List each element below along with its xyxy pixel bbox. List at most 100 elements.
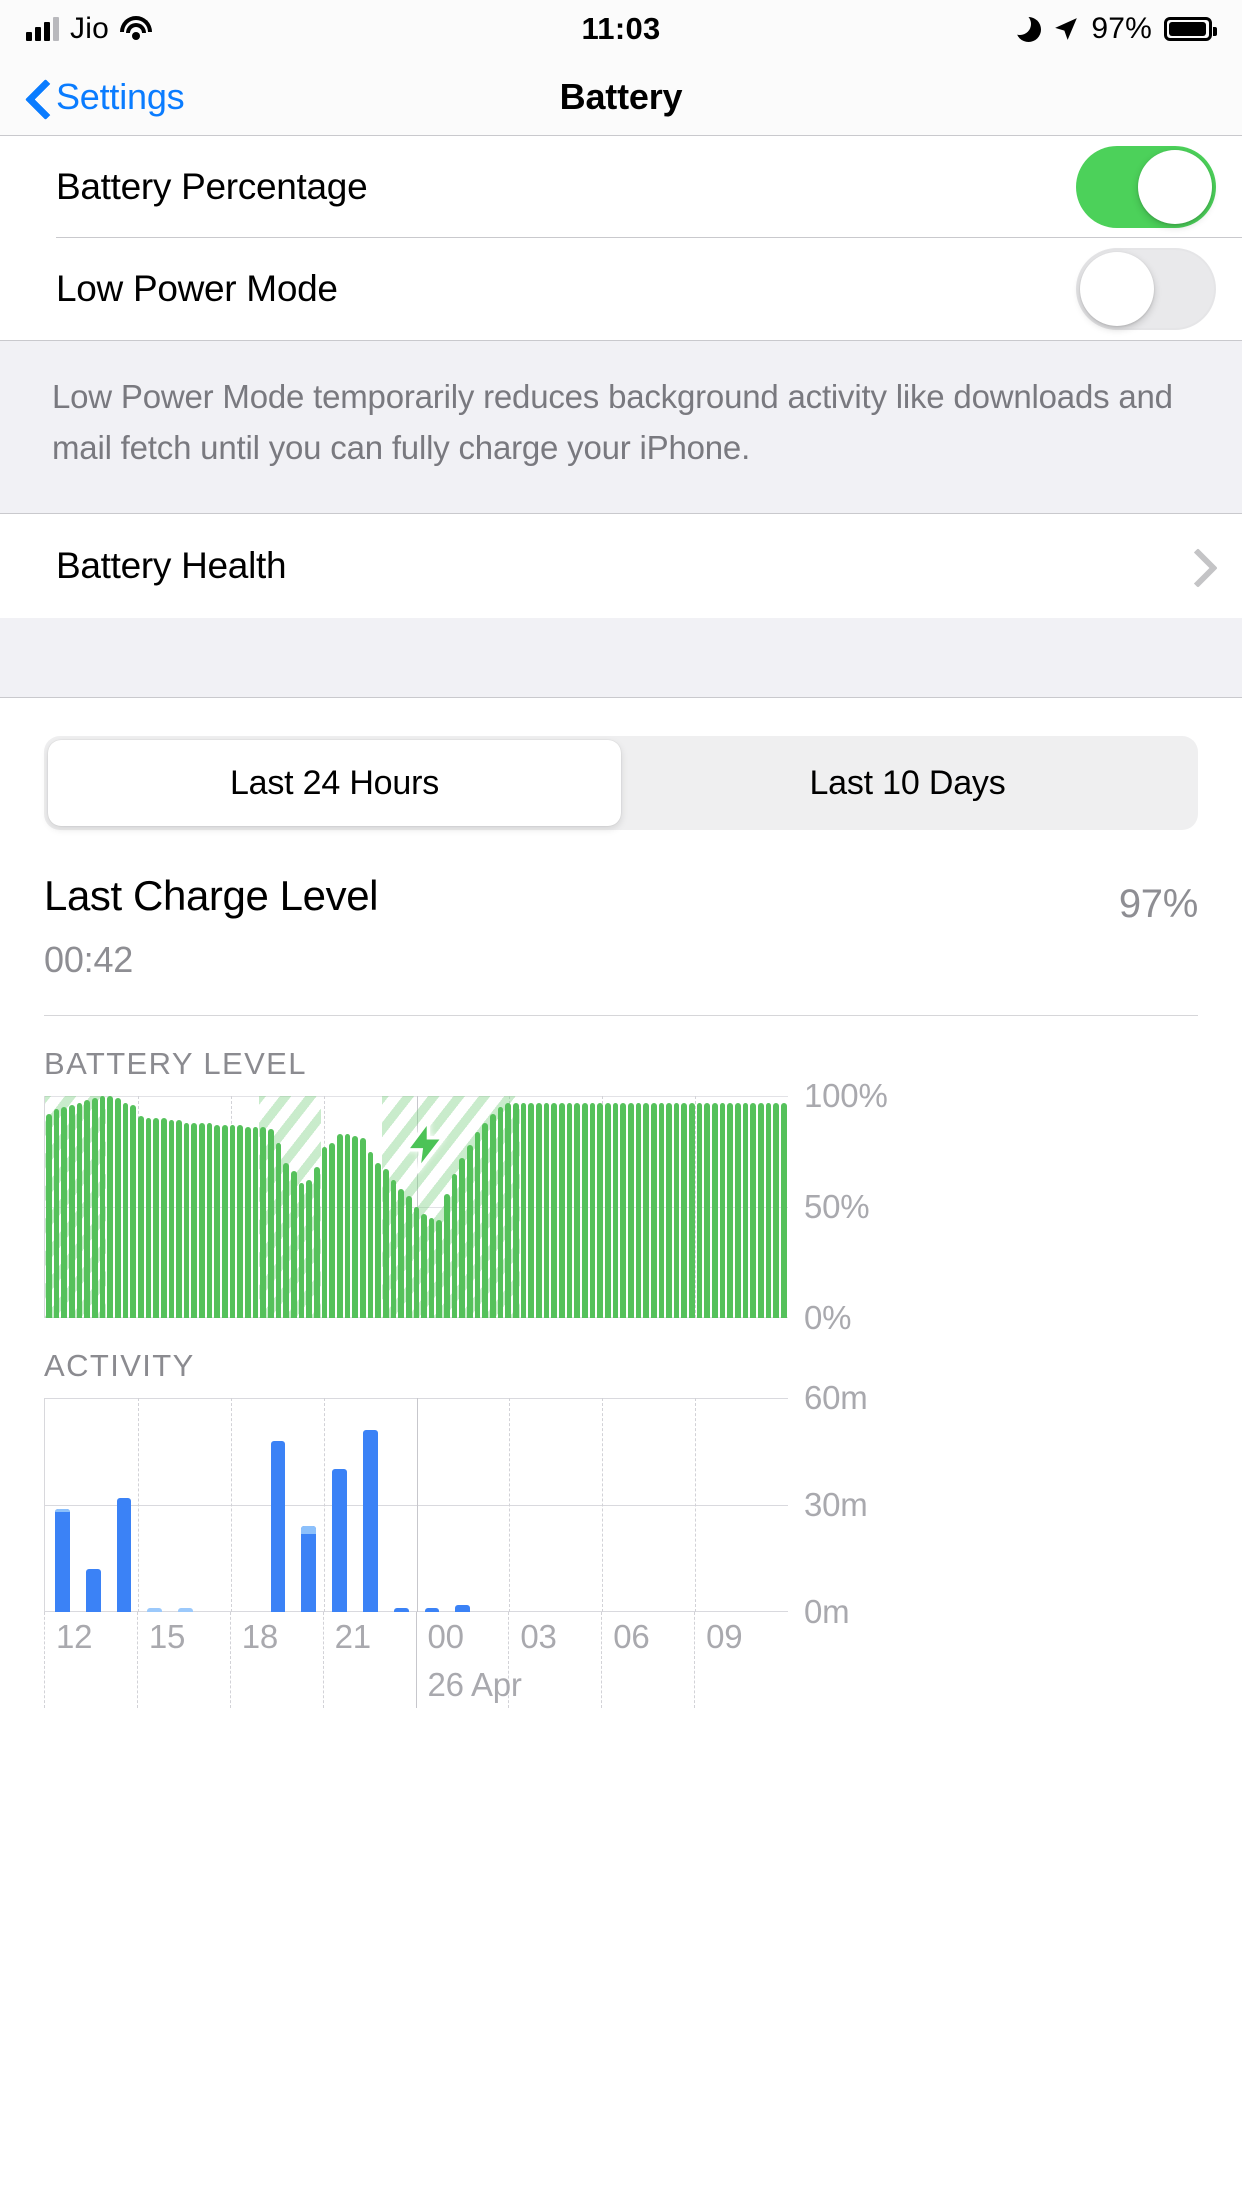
- activity-x-axis: 12 15 18 21 00 03 06 09 26 Apr: [44, 1612, 788, 1708]
- battery-level-bar: [183, 1122, 190, 1318]
- low-power-mode-description: Low Power Mode temporarily reduces backg…: [0, 340, 1242, 514]
- battery-health-group: Battery Health: [0, 514, 1242, 618]
- battery-level-bar: [153, 1118, 159, 1318]
- segment-last-24-hours[interactable]: Last 24 Hours: [48, 740, 621, 826]
- activity-y-tick: 60m: [804, 1379, 868, 1416]
- battery-level-y-axis: 100% 50% 0%: [788, 1077, 923, 1336]
- battery-level-bar: [206, 1122, 213, 1318]
- battery-level-chart-block: BATTERY LEVEL 100% 50% 0%: [0, 1016, 1242, 1336]
- status-bar: Jio 11:03 97%: [0, 0, 1242, 58]
- battery-level-bar: [459, 1158, 466, 1318]
- battery-level-bar: [176, 1120, 182, 1318]
- battery-level-bar: [336, 1133, 343, 1318]
- activity-bar: [270, 1440, 286, 1612]
- battery-level-bar: [359, 1138, 366, 1318]
- battery-level-chart-title: BATTERY LEVEL: [44, 1046, 307, 1081]
- battery-level-bar: [719, 1102, 726, 1318]
- activity-x-tick: 03: [520, 1618, 557, 1655]
- battery-level-bar: [107, 1096, 113, 1318]
- activity-x-tick: 09: [706, 1618, 743, 1655]
- battery-level-bar: [252, 1127, 259, 1318]
- battery-level-bar: [681, 1102, 688, 1318]
- activity-bars: [45, 1398, 788, 1612]
- battery-level-bar: [758, 1102, 764, 1318]
- activity-plot[interactable]: [44, 1398, 788, 1612]
- back-button[interactable]: Settings: [26, 76, 185, 118]
- gridline-vertical: [136, 1612, 138, 1708]
- activity-bar-screen-off-segment: [301, 1526, 317, 1534]
- activity-x-tick: 21: [334, 1618, 372, 1655]
- battery-level-bar: [137, 1115, 144, 1318]
- battery-level-bar: [436, 1220, 443, 1318]
- battery-level-bar: [68, 1104, 75, 1318]
- activity-x-tick: 00: [427, 1618, 465, 1655]
- battery-level-bar: [145, 1118, 152, 1318]
- row-battery-percentage[interactable]: Battery Percentage: [0, 136, 1242, 238]
- carrier-label: Jio: [70, 12, 109, 45]
- do-not-disturb-moon-icon: [1016, 16, 1042, 42]
- battery-level-bar: [84, 1100, 90, 1318]
- battery-level-bar: [696, 1102, 703, 1318]
- battery-level-bar: [597, 1102, 603, 1318]
- activity-bar: [332, 1469, 347, 1612]
- battery-level-bar: [237, 1124, 244, 1318]
- battery-level-bar: [222, 1124, 228, 1318]
- battery-level-bar: [566, 1102, 573, 1318]
- last-charge-level-section: Last Charge Level 97% 00:42: [0, 830, 1242, 1016]
- battery-level-bar: [712, 1102, 718, 1318]
- activity-x-tick: 06: [613, 1618, 650, 1655]
- battery-level-bar: [620, 1102, 626, 1318]
- last-charge-level-title: Last Charge Level: [44, 872, 379, 919]
- battery-level-y-tick: 0%: [804, 1299, 852, 1336]
- usage-range-section: Last 24 Hours Last 10 Days: [0, 698, 1242, 830]
- battery-level-plot[interactable]: [44, 1096, 788, 1318]
- battery-level-bar: [781, 1102, 787, 1318]
- battery-level-bar: [367, 1151, 374, 1318]
- activity-bar: [116, 1497, 132, 1612]
- battery-level-bar: [61, 1107, 67, 1318]
- gridline-vertical: [44, 1612, 45, 1708]
- battery-level-bar: [382, 1169, 389, 1318]
- activity-bar: [455, 1604, 471, 1612]
- battery-level-bar: [298, 1182, 305, 1318]
- battery-percentage-control: [1076, 146, 1216, 228]
- battery-level-bar: [260, 1127, 267, 1318]
- battery-level-bar: [727, 1102, 734, 1318]
- battery-level-bar: [91, 1098, 98, 1318]
- battery-percentage-toggle[interactable]: [1076, 146, 1216, 228]
- battery-level-bar: [536, 1102, 542, 1318]
- activity-chart-area: 60m 30m 0m: [44, 1379, 1242, 1630]
- activity-chart-block: ACTIVITY 60m 30m 0m 12 15 18 21 00 03 06 09 26 Apr: [0, 1318, 1242, 1708]
- low-power-mode-label: Low Power Mode: [56, 268, 338, 309]
- battery-icon: [1164, 17, 1217, 41]
- status-bar-left: Jio: [26, 12, 152, 46]
- battery-level-bar: [490, 1113, 496, 1318]
- row-low-power-mode[interactable]: Low Power Mode: [0, 238, 1242, 340]
- battery-level-bar: [505, 1102, 512, 1318]
- battery-level-bar: [528, 1102, 534, 1318]
- low-power-mode-control: [1076, 248, 1216, 330]
- battery-health-label: Battery Health: [56, 545, 287, 586]
- battery-level-bar: [612, 1102, 619, 1318]
- battery-level-bar: [650, 1102, 657, 1318]
- battery-level-bar: [160, 1118, 167, 1318]
- usage-range-segmented-control[interactable]: Last 24 Hours Last 10 Days: [44, 736, 1198, 830]
- battery-level-bar: [467, 1144, 473, 1318]
- battery-level-bar: [130, 1104, 136, 1318]
- low-power-mode-toggle[interactable]: [1076, 248, 1216, 330]
- last-charge-level-header: Last Charge Level 97%: [44, 872, 1198, 927]
- battery-level-chart-area: 100% 50% 0%: [44, 1077, 1242, 1336]
- battery-level-bar: [352, 1135, 358, 1318]
- activity-y-axis: 60m 30m 0m: [788, 1379, 923, 1630]
- battery-level-bar: [428, 1218, 435, 1318]
- battery-level-bar: [643, 1102, 649, 1318]
- segment-last-10-days[interactable]: Last 10 Days: [621, 740, 1194, 826]
- activity-bar: [362, 1430, 378, 1612]
- row-battery-health[interactable]: Battery Health: [0, 514, 1242, 618]
- battery-level-bar: [451, 1173, 458, 1318]
- battery-level-bar: [444, 1193, 450, 1318]
- battery-level-bar: [474, 1131, 481, 1318]
- activity-x-tick: 12: [56, 1618, 93, 1655]
- battery-level-bar: [421, 1213, 427, 1318]
- battery-level-bar: [574, 1102, 580, 1318]
